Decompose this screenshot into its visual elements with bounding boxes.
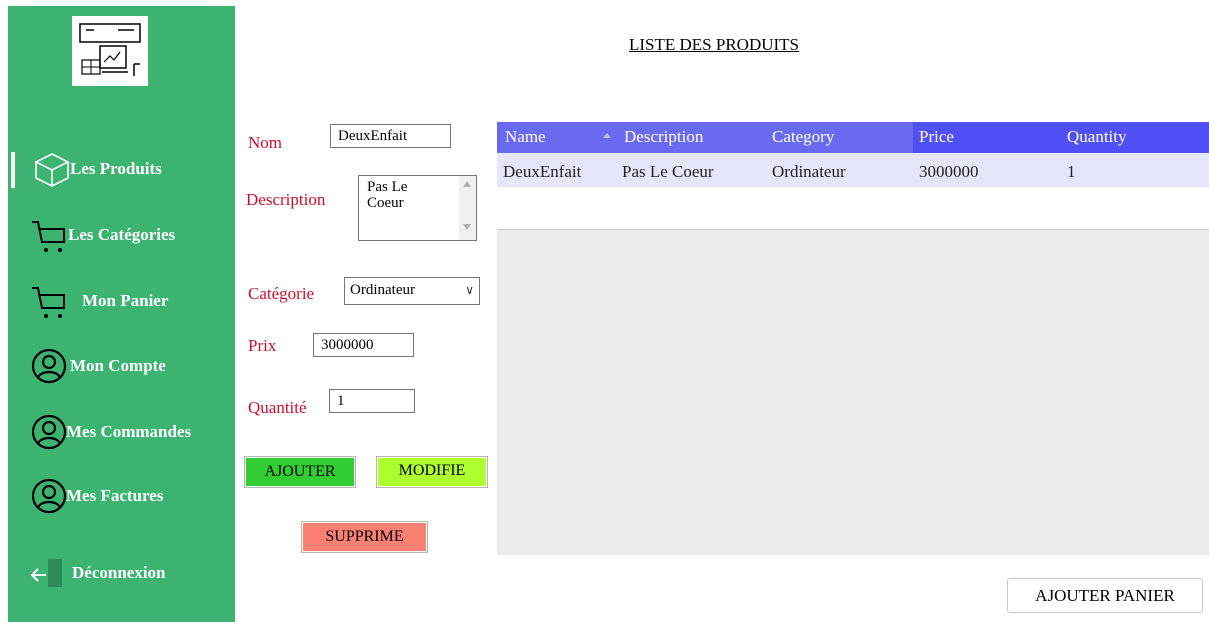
ajouter-panier-button[interactable]: AJOUTER PANIER <box>1007 578 1203 613</box>
sidebar: Les Produits Les Catégories Mon Panier M… <box>8 6 235 622</box>
quantite-input[interactable]: 1 <box>329 389 415 413</box>
page-title: LISTE DES PRODUITS <box>629 35 800 54</box>
categorie-label: Catégorie <box>248 284 315 303</box>
sidebar-item-label: Mes Factures <box>66 486 164 505</box>
scroll-down-icon[interactable] <box>463 224 471 230</box>
column-header-description[interactable]: Description <box>624 127 703 147</box>
cell-category: Ordinateur <box>772 162 846 181</box>
sidebar-item-compte[interactable]: Mon Compte <box>8 346 235 386</box>
store-laptop-icon <box>72 16 148 86</box>
supprime-button[interactable]: SUPPRIME <box>302 522 427 552</box>
modifie-button[interactable]: MODIFIE <box>377 457 487 487</box>
scroll-up-icon[interactable] <box>463 181 471 187</box>
grid-header: Name Description Category Price Quantity <box>497 122 1209 153</box>
sidebar-item-label: Mon Compte <box>70 356 166 375</box>
sidebar-item-factures[interactable]: Mes Factures <box>8 476 235 516</box>
cart-icon <box>26 283 66 319</box>
categorie-selected-value: Ordinateur <box>350 282 415 298</box>
user-icon <box>30 348 70 384</box>
cell-quantity: 1 <box>1067 162 1076 181</box>
quantite-label: Quantité <box>248 398 307 417</box>
user-icon <box>30 478 70 514</box>
cart-icon <box>26 217 66 253</box>
table-row[interactable]: DeuxEnfait Pas Le Coeur Ordinateur 30000… <box>497 153 1209 187</box>
prix-label: Prix <box>248 336 277 355</box>
nom-input[interactable]: DeuxEnfait <box>330 124 451 148</box>
sidebar-item-label: Déconnexion <box>72 563 166 582</box>
description-text: Pas Le Coeur <box>367 179 408 211</box>
user-icon <box>30 414 70 450</box>
description-label: Description <box>246 190 326 209</box>
sidebar-item-label: Mon Panier <box>82 291 169 310</box>
column-header-name[interactable]: Name <box>505 127 546 147</box>
cell-name: DeuxEnfait <box>503 162 582 181</box>
grid-empty-row <box>497 187 1209 230</box>
prix-input[interactable]: 3000000 <box>313 333 414 357</box>
sidebar-item-label: Mes Commandes <box>66 422 192 441</box>
column-header-category[interactable]: Category <box>772 127 834 147</box>
column-header-price[interactable]: Price <box>919 127 954 147</box>
cell-price: 3000000 <box>919 162 979 181</box>
chevron-down-icon: ∨ <box>465 283 474 297</box>
cell-description: Pas Le Coeur <box>622 162 714 181</box>
ajouter-button[interactable]: AJOUTER <box>245 457 355 487</box>
sort-ascending-icon <box>603 133 611 138</box>
sidebar-item-deconnexion[interactable]: Déconnexion <box>8 553 235 593</box>
column-header-quantity[interactable]: Quantity <box>1067 127 1127 147</box>
nom-label: Nom <box>248 133 282 152</box>
sidebar-item-commandes[interactable]: Mes Commandes <box>8 412 235 452</box>
description-textarea[interactable]: Pas Le Coeur <box>358 175 477 241</box>
sidebar-item-produits[interactable]: Les Produits <box>8 149 235 189</box>
logout-icon <box>26 555 66 591</box>
products-grid[interactable]: Name Description Category Price Quantity… <box>497 122 1209 555</box>
box-icon <box>32 151 72 187</box>
sidebar-item-panier[interactable]: Mon Panier <box>8 281 235 321</box>
sidebar-item-label: Les Produits <box>70 159 162 178</box>
sidebar-item-label: Les Catégories <box>68 225 176 244</box>
sidebar-item-categories[interactable]: Les Catégories <box>8 215 235 255</box>
categorie-select[interactable]: Ordinateur ∨ <box>344 277 480 305</box>
textarea-scrollbar[interactable] <box>459 176 476 240</box>
